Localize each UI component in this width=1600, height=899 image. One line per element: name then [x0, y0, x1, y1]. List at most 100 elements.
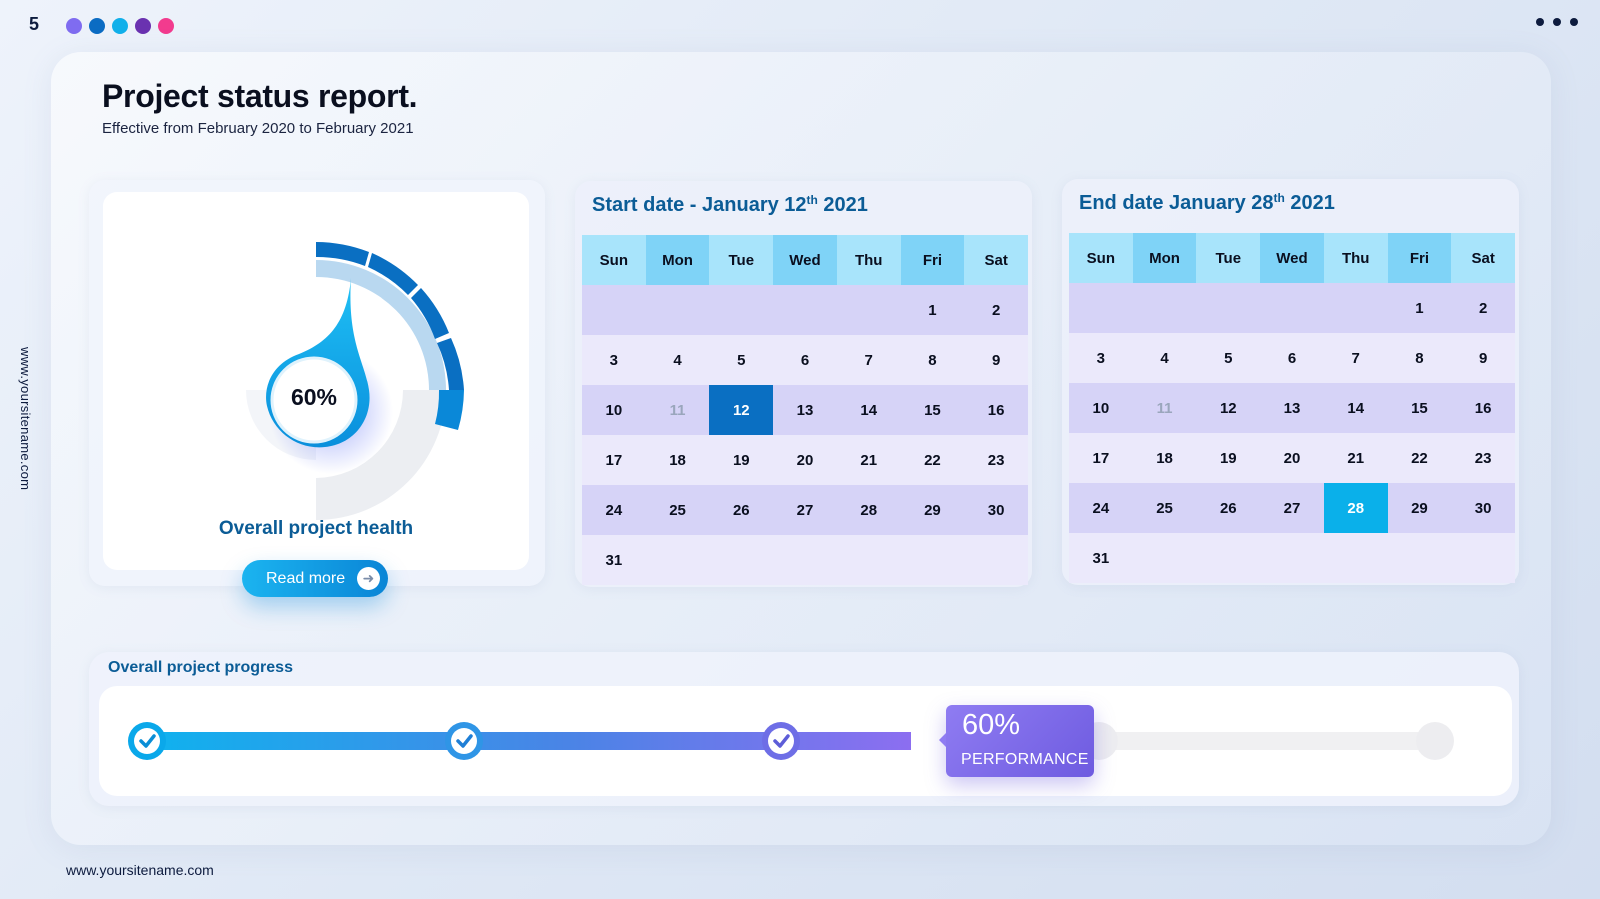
start-calendar-weekday: Sat [964, 235, 1028, 285]
start-calendar-weekday: Mon [645, 235, 710, 285]
end-calendar-day[interactable]: 25 [1132, 483, 1197, 533]
start-calendar-day[interactable]: 25 [645, 485, 710, 535]
start-calendar-weekday: Wed [773, 235, 837, 285]
start-calendar-empty-cell [645, 535, 710, 585]
start-calendar-day[interactable]: 16 [964, 385, 1028, 435]
start-calendar-title: Start date - January 12th 2021 [592, 193, 868, 216]
start-calendar-day[interactable]: 14 [836, 385, 901, 435]
end-calendar-day[interactable]: 21 [1323, 433, 1388, 483]
start-calendar-day[interactable]: 29 [900, 485, 965, 535]
end-calendar-day[interactable]: 14 [1323, 383, 1388, 433]
health-percent: 60% [290, 384, 338, 410]
color-dot [66, 18, 82, 34]
end-calendar-day[interactable]: 18 [1132, 433, 1197, 483]
start-calendar-day[interactable]: 4 [645, 335, 710, 385]
end-calendar-empty-cell [1132, 283, 1197, 333]
start-calendar-day[interactable]: 5 [709, 335, 774, 385]
start-calendar-day[interactable]: 21 [836, 435, 901, 485]
read-more-label: Read more [266, 569, 346, 587]
end-calendar-day[interactable]: 1 [1387, 283, 1452, 333]
start-calendar-day[interactable]: 28 [836, 485, 901, 535]
start-calendar: Start date - January 12th 2021 Sun Mon Tue… [575, 181, 1032, 587]
start-calendar-empty-cell [836, 285, 901, 335]
end-calendar-day[interactable]: 11 [1132, 383, 1197, 433]
end-calendar-day[interactable]: 29 [1387, 483, 1452, 533]
end-calendar-weekday: Tue [1196, 233, 1261, 283]
end-calendar-day[interactable]: 19 [1196, 433, 1261, 483]
end-calendar-day[interactable]: 12 [1196, 383, 1261, 433]
end-calendar-day[interactable]: 10 [1069, 383, 1133, 433]
start-calendar-day[interactable]: 30 [964, 485, 1028, 535]
start-calendar-day[interactable]: 24 [582, 485, 646, 535]
end-calendar-weekday: Wed [1260, 233, 1324, 283]
end-calendar-day[interactable]: 24 [1069, 483, 1133, 533]
end-calendar-empty-cell [1069, 283, 1133, 333]
milestone-check-icon [128, 722, 166, 760]
start-calendar-day[interactable]: 8 [900, 335, 965, 385]
start-calendar-day[interactable]: 3 [582, 335, 646, 385]
start-calendar-day[interactable]: 6 [773, 335, 837, 385]
end-calendar-day[interactable]: 4 [1132, 333, 1197, 383]
start-calendar-day[interactable]: 23 [964, 435, 1028, 485]
start-calendar-day[interactable]: 17 [582, 435, 646, 485]
arrow-right-icon: ➜ [357, 567, 380, 590]
end-calendar-day[interactable]: 27 [1260, 483, 1324, 533]
read-more-button[interactable]: Read more ➜ [242, 560, 388, 597]
milestone-check-icon [445, 722, 483, 760]
end-calendar-day[interactable]: 13 [1260, 383, 1324, 433]
end-calendar-day[interactable]: 5 [1196, 333, 1261, 383]
progress-track-empty [1099, 732, 1435, 750]
start-calendar-day[interactable]: 18 [645, 435, 710, 485]
end-calendar-empty-cell [1196, 283, 1261, 333]
start-calendar-day[interactable]: 12 [709, 385, 774, 435]
more-menu-icon[interactable] [1536, 18, 1578, 26]
start-calendar-day[interactable]: 9 [964, 335, 1028, 385]
end-calendar-day[interactable]: 31 [1069, 533, 1133, 583]
health-card: 60% Overall project health [89, 180, 545, 586]
end-calendar-empty-cell [1196, 533, 1261, 583]
end-calendar-weekday: Sat [1451, 233, 1515, 283]
start-calendar-empty-cell [836, 535, 901, 585]
end-calendar-day[interactable]: 2 [1451, 283, 1515, 333]
color-dots [66, 18, 174, 34]
start-calendar-day[interactable]: 15 [900, 385, 965, 435]
start-calendar-empty-cell [773, 535, 837, 585]
end-calendar-weekday: Fri [1387, 233, 1452, 283]
end-calendar: End date January 28th 2021 Sun Mon Tue Wed T… [1062, 179, 1519, 585]
start-calendar-day[interactable]: 31 [582, 535, 646, 585]
start-calendar-day[interactable]: 20 [773, 435, 837, 485]
side-url: www.yoursitename.com [18, 347, 33, 491]
end-calendar-day[interactable]: 15 [1387, 383, 1452, 433]
end-calendar-day[interactable]: 20 [1260, 433, 1324, 483]
end-calendar-day[interactable]: 17 [1069, 433, 1133, 483]
start-calendar-day[interactable]: 7 [836, 335, 901, 385]
page-title: Project status report. [102, 78, 418, 114]
start-calendar-day[interactable]: 2 [964, 285, 1028, 335]
start-calendar-day[interactable]: 11 [645, 385, 710, 435]
end-calendar-day[interactable]: 23 [1451, 433, 1515, 483]
start-calendar-weekday: Sun [582, 235, 646, 285]
slide-number: 5 [29, 14, 40, 34]
end-calendar-empty-cell [1451, 533, 1515, 583]
start-calendar-day[interactable]: 13 [773, 385, 837, 435]
start-calendar-day[interactable]: 22 [900, 435, 965, 485]
end-calendar-day[interactable]: 8 [1387, 333, 1452, 383]
end-calendar-day[interactable]: 7 [1323, 333, 1388, 383]
start-calendar-weekday: Thu [836, 235, 901, 285]
end-calendar-day[interactable]: 22 [1387, 433, 1452, 483]
end-calendar-day[interactable]: 6 [1260, 333, 1324, 383]
start-calendar-empty-cell [709, 285, 774, 335]
end-calendar-day[interactable]: 3 [1069, 333, 1133, 383]
start-calendar-day[interactable]: 1 [900, 285, 965, 335]
start-calendar-day[interactable]: 10 [582, 385, 646, 435]
end-calendar-empty-cell [1260, 283, 1324, 333]
start-calendar-day[interactable]: 19 [709, 435, 774, 485]
start-calendar-day[interactable]: 27 [773, 485, 837, 535]
start-calendar-day[interactable]: 26 [709, 485, 774, 535]
color-dot [112, 18, 128, 34]
end-calendar-day[interactable]: 16 [1451, 383, 1515, 433]
end-calendar-day[interactable]: 28 [1323, 483, 1388, 533]
end-calendar-day[interactable]: 30 [1451, 483, 1515, 533]
end-calendar-day[interactable]: 9 [1451, 333, 1515, 383]
end-calendar-day[interactable]: 26 [1196, 483, 1261, 533]
